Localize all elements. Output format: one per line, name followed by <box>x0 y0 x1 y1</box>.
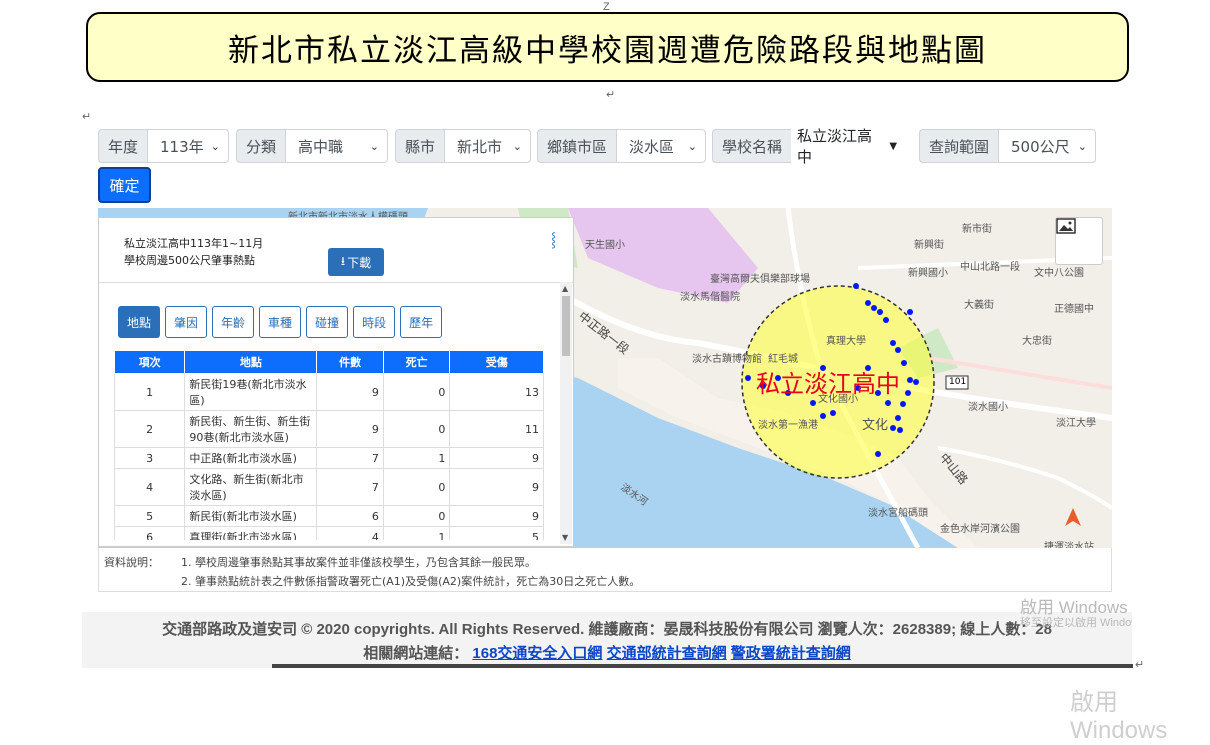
filter-label: 分類 <box>236 129 286 163</box>
page-title: 新北市私立淡江高級中學校園週遭危險路段與地點圖 <box>228 32 987 69</box>
confirm-button[interactable]: 確定 <box>98 167 151 203</box>
footer-links: 相關網站連結： 168交通安全入口網 交通部統計查詢網 警政署統計查詢網 <box>363 645 851 662</box>
activation-watermark-bottom: 啟用 Windows <box>1070 689 1168 744</box>
activation-watermark-sub: 移至設定以啟用 Windows <box>1020 617 1132 629</box>
scroll-down-icon[interactable]: ▼ <box>562 533 568 542</box>
notes-section: 資料說明： 1. 學校周邊肇事熱點其事故案件並非僅該校學生，乃包含其餘一般民眾。… <box>98 548 1112 592</box>
footer-copyright: 交通部路政及道安司 © 2020 copyrights. All Rights … <box>162 621 1052 638</box>
chevron-down-icon: ⌄ <box>210 139 221 153</box>
panel-title-2: 學校周邊500公尺肇事熱點 <box>124 254 255 267</box>
col-header: 死亡 <box>382 350 451 374</box>
download-icon: ⭳ <box>340 253 346 268</box>
col-header: 受傷 <box>449 350 544 374</box>
link-168[interactable]: 168交通安全入口網 <box>472 645 602 662</box>
tab-location[interactable]: 地點 <box>118 306 161 338</box>
filter-category[interactable]: 分類 高中職 ⌄ <box>236 129 389 163</box>
table-row: 5 新民街(新北市淡水區) 6 0 9 <box>114 505 544 527</box>
note-item: 1. 學校周邊肇事熱點其事故案件並非僅該校學生，乃包含其餘一般民眾。 <box>181 556 536 569</box>
footer-divider <box>272 664 1133 668</box>
layers-button[interactable] <box>1055 217 1103 265</box>
download-button[interactable]: ⭳ 下載 <box>328 248 384 276</box>
tab-vehicle[interactable]: 車種 <box>259 306 302 338</box>
filter-county[interactable]: 縣市 新北市 ⌄ <box>395 129 532 163</box>
table-row: 3 中正路(新北市淡水區) 7 1 9 <box>114 447 544 469</box>
tab-history[interactable]: 歷年 <box>400 306 443 338</box>
table-row: 1 新民街19巷(新北市淡水區) 9 0 13 <box>114 373 544 411</box>
image-icon <box>1056 218 1076 234</box>
chevron-down-icon: ⌄ <box>1077 139 1088 153</box>
chevron-down-icon: ⌄ <box>512 139 523 153</box>
category-select[interactable]: 高中職 ⌄ <box>285 129 389 163</box>
title-banner: 新北市私立淡江高級中學校園週遭危險路段與地點圖 <box>86 12 1129 82</box>
doc-mark: ↵ <box>1135 659 1145 671</box>
link-police-stats[interactable]: 警政署統計查詢網 <box>731 645 851 662</box>
caret-down-icon: ▼ <box>889 140 898 152</box>
col-header: 項次 <box>114 350 186 374</box>
filter-label: 鄉鎮市區 <box>537 129 617 163</box>
link-motc-stats[interactable]: 交通部統計查詢網 <box>607 645 727 662</box>
filter-district[interactable]: 鄉鎮市區 淡水區 ⌄ <box>537 129 707 163</box>
stats-panel: 私立淡江高中113年1~11月 學校周邊500公尺肇事熱點 ⭳ 下載 ⸾ 地點 肇… <box>98 217 574 547</box>
chevron-down-icon: ⌄ <box>369 139 380 153</box>
county-select[interactable]: 新北市 ⌄ <box>444 129 532 163</box>
filter-label: 學校名稱 <box>712 129 792 163</box>
north-arrow-icon <box>1065 508 1081 526</box>
panel-header: 私立淡江高中113年1~11月 學校周邊500公尺肇事熱點 ⭳ 下載 ⸾ <box>99 218 573 283</box>
table-row: 2 新民街、新生街、新生街90巷(新北市淡水區) 9 0 11 <box>114 410 544 448</box>
district-select[interactable]: 淡水區 ⌄ <box>616 129 707 163</box>
tab-time[interactable]: 時段 <box>353 306 396 338</box>
year-select[interactable]: 113年 ⌄ <box>147 129 230 163</box>
doc-mark: ↵ <box>82 111 92 123</box>
filter-label: 年度 <box>98 129 148 163</box>
hotspot-table: 項次 地點 件數 死亡 受傷 1 新民街19巷(新北市淡水區) 9 0 13 2 新民街、… <box>114 350 544 540</box>
tab-cause[interactable]: 肇因 <box>165 306 208 338</box>
table-row: 4 文化路、新生街(新北市淡水區) 7 0 9 <box>114 468 544 506</box>
notes-heading: 資料說明： <box>104 556 159 569</box>
table-row: 6 真理街(新北市淡水區) 4 1 5 <box>114 526 544 540</box>
panel-title-1: 私立淡江高中113年1~11月 <box>124 237 264 250</box>
col-header: 地點 <box>184 350 318 374</box>
tab-age[interactable]: 年齡 <box>212 306 255 338</box>
scroll-up-icon[interactable]: ▲ <box>562 284 568 293</box>
tab-collision[interactable]: 碰撞 <box>306 306 349 338</box>
col-header: 件數 <box>316 350 384 374</box>
panel-tabs: 地點 肇因 年齡 車種 碰撞 時段 歷年 <box>118 306 443 338</box>
filter-year[interactable]: 年度 113年 ⌄ <box>98 129 230 163</box>
filter-range[interactable]: 查詢範圍 500公尺 ⌄ <box>919 129 1097 163</box>
chevron-down-icon: ⌄ <box>687 139 698 153</box>
scroll-thumb[interactable] <box>562 296 570 356</box>
panel-scrollbar[interactable]: ▲ ▼ <box>560 282 572 544</box>
filter-label: 縣市 <box>395 129 445 163</box>
filter-school[interactable]: 學校名稱 私立淡江高中 ▼ <box>712 127 904 166</box>
doc-mark: ↵ <box>606 89 616 101</box>
school-dropdown[interactable]: 私立淡江高中 ▼ <box>791 127 904 166</box>
filter-label: 查詢範圍 <box>919 129 999 163</box>
note-item: 2. 肇事熱點統計表之件數係指警政署死亡(A1)及受傷(A2)案件統計，死亡為3… <box>181 575 641 588</box>
range-select[interactable]: 500公尺 ⌄ <box>998 129 1097 163</box>
collapse-icon[interactable]: ⸾ <box>551 230 556 249</box>
footer: 交通部路政及道安司 © 2020 copyrights. All Rights … <box>82 612 1132 668</box>
